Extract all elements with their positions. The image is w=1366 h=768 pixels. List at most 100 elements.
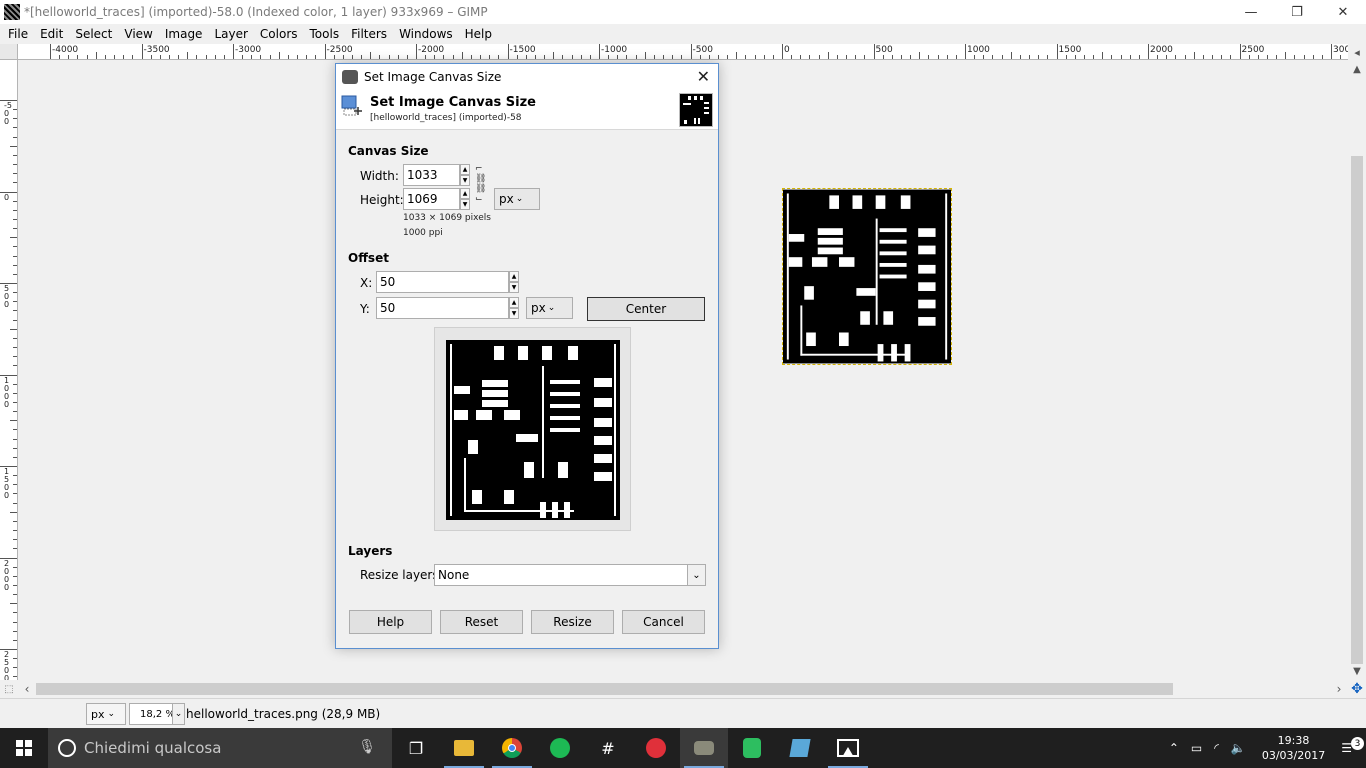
- ruler-corner[interactable]: [0, 44, 18, 60]
- windows-taskbar: Chiedimi qualcosa 🎙 ❐ # ⌃ ▭ ◜ 🔈 19:38 03…: [0, 728, 1366, 768]
- offset-y-input[interactable]: 50: [376, 297, 509, 319]
- ruler-minor-tick: [1001, 55, 1003, 59]
- menu-select[interactable]: Select: [69, 27, 118, 41]
- quick-mask-toggle-icon[interactable]: ⬚: [0, 680, 18, 698]
- resize-layers-select[interactable]: None ⌄: [434, 564, 706, 586]
- ruler-minor-tick: [708, 55, 710, 59]
- zoom-selector[interactable]: 18,2 % ⌄: [129, 703, 185, 725]
- menu-colors[interactable]: Colors: [254, 27, 304, 41]
- ruler-major-tick: [690, 44, 692, 59]
- scroll-down-arrow[interactable]: ▼: [1348, 662, 1366, 680]
- photos-icon[interactable]: [824, 728, 872, 768]
- ruler-minor-tick: [836, 55, 838, 59]
- ruler-minor-tick: [1294, 55, 1296, 59]
- ruler-minor-tick: [1312, 55, 1314, 59]
- chrome-icon[interactable]: [488, 728, 536, 768]
- menu-edit[interactable]: Edit: [34, 27, 69, 41]
- ruler-minor-tick: [13, 292, 17, 294]
- ruler-minor-tick: [13, 182, 17, 184]
- menu-image[interactable]: Image: [159, 27, 209, 41]
- offset-x-input[interactable]: 50: [376, 271, 509, 293]
- ruler-minor-tick: [333, 55, 335, 59]
- vertical-scroll-thumb[interactable]: [1351, 156, 1363, 664]
- unit-selector[interactable]: px ⌄: [86, 703, 126, 725]
- menu-layer[interactable]: Layer: [208, 27, 253, 41]
- app-red-icon[interactable]: [632, 728, 680, 768]
- slack-icon[interactable]: #: [584, 728, 632, 768]
- battery-icon[interactable]: ▭: [1185, 741, 1208, 755]
- offset-unit-value: px: [531, 301, 546, 315]
- vertical-scrollbar[interactable]: ▲ ▼: [1348, 60, 1366, 680]
- help-button[interactable]: Help: [349, 610, 432, 634]
- scroll-up-arrow[interactable]: ▲: [1348, 60, 1366, 78]
- chain-link-icon[interactable]: ⌐ ⛓ ⛓ ⌙: [475, 164, 486, 204]
- center-button[interactable]: Center: [587, 297, 705, 321]
- clock[interactable]: 19:38 03/03/2017: [1252, 733, 1335, 763]
- height-input[interactable]: 1069: [403, 188, 460, 210]
- offset-unit-selector[interactable]: px ⌄: [526, 297, 573, 319]
- reset-button[interactable]: Reset: [440, 610, 523, 634]
- evernote-icon[interactable]: [728, 728, 776, 768]
- file-explorer-icon[interactable]: [440, 728, 488, 768]
- ruler-minor-tick: [13, 401, 17, 403]
- wifi-icon[interactable]: ◜: [1208, 741, 1225, 755]
- menu-tools[interactable]: Tools: [304, 27, 346, 41]
- vertical-ruler[interactable]: -500 0 500 1000 1500 2000 2500: [0, 60, 18, 680]
- width-input[interactable]: 1033: [403, 164, 460, 186]
- resize-button[interactable]: Resize: [531, 610, 614, 634]
- volume-icon[interactable]: 🔈: [1225, 741, 1252, 755]
- navigation-icon[interactable]: ✥: [1348, 680, 1366, 698]
- ruler-minor-tick: [919, 52, 921, 59]
- size-unit-selector[interactable]: px ⌄: [494, 188, 540, 210]
- task-view-icon[interactable]: ❐: [392, 728, 440, 768]
- horizontal-scrollbar[interactable]: ‹ ›: [18, 680, 1348, 698]
- x-label: X:: [360, 276, 373, 290]
- ruler-minor-tick: [388, 55, 390, 59]
- height-spinner[interactable]: ▲ ▼: [460, 188, 470, 210]
- ruler-minor-tick: [1029, 55, 1031, 59]
- ruler-label: 3000: [1333, 45, 1348, 55]
- ruler-minor-tick: [937, 55, 939, 59]
- ruler-minor-tick: [644, 52, 646, 59]
- maximize-button[interactable]: ❐: [1274, 0, 1320, 24]
- navigate-menu-icon[interactable]: ◂: [1348, 44, 1366, 60]
- scroll-right-arrow[interactable]: ›: [1330, 680, 1348, 698]
- offset-x-spinner[interactable]: ▲ ▼: [509, 271, 519, 293]
- ruler-minor-tick: [59, 55, 61, 59]
- ruler-minor-tick: [809, 55, 811, 59]
- menu-help[interactable]: Help: [459, 27, 498, 41]
- ruler-major-tick: [1331, 44, 1332, 59]
- ruler-minor-tick: [13, 246, 17, 248]
- dialog-close-icon[interactable]: ✕: [697, 67, 710, 86]
- menu-view[interactable]: View: [118, 27, 158, 41]
- offset-y-spinner[interactable]: ▲ ▼: [509, 297, 519, 319]
- cancel-button[interactable]: Cancel: [622, 610, 705, 634]
- ruler-minor-tick: [178, 55, 180, 59]
- menu-filters[interactable]: Filters: [345, 27, 393, 41]
- gimp-taskbar-icon[interactable]: [680, 728, 728, 768]
- layers-section: Layers: [348, 544, 393, 558]
- ruler-minor-tick: [608, 55, 610, 59]
- notes-app-icon[interactable]: [776, 728, 824, 768]
- scroll-left-arrow[interactable]: ‹: [18, 680, 36, 698]
- horizontal-ruler[interactable]: -4000 -3500 -3000 -2500 -2000 -1500 -1000 -500 0…: [18, 44, 1348, 60]
- horizontal-scroll-thumb[interactable]: [36, 683, 1173, 695]
- menu-windows[interactable]: Windows: [393, 27, 459, 41]
- image-canvas[interactable]: [782, 188, 952, 365]
- notifications-icon[interactable]: ☰ 3: [1335, 737, 1366, 755]
- windows-logo-icon: [16, 740, 32, 756]
- width-spinner[interactable]: ▲ ▼: [460, 164, 470, 186]
- close-button[interactable]: ✕: [1320, 0, 1366, 24]
- start-button[interactable]: [0, 728, 48, 768]
- minimize-button[interactable]: —: [1228, 0, 1274, 24]
- ruler-minor-tick: [1303, 55, 1305, 59]
- ruler-minor-tick: [10, 511, 17, 513]
- ruler-minor-tick: [846, 55, 848, 59]
- menu-file[interactable]: File: [0, 27, 34, 41]
- spotify-icon[interactable]: [536, 728, 584, 768]
- chevron-up-icon[interactable]: ⌃: [1163, 741, 1185, 755]
- canvas-size-icon: [341, 95, 362, 116]
- taskbar-search[interactable]: Chiedimi qualcosa 🎙: [48, 728, 392, 768]
- microphone-icon[interactable]: 🎙: [358, 739, 376, 755]
- offset-preview[interactable]: [434, 327, 631, 531]
